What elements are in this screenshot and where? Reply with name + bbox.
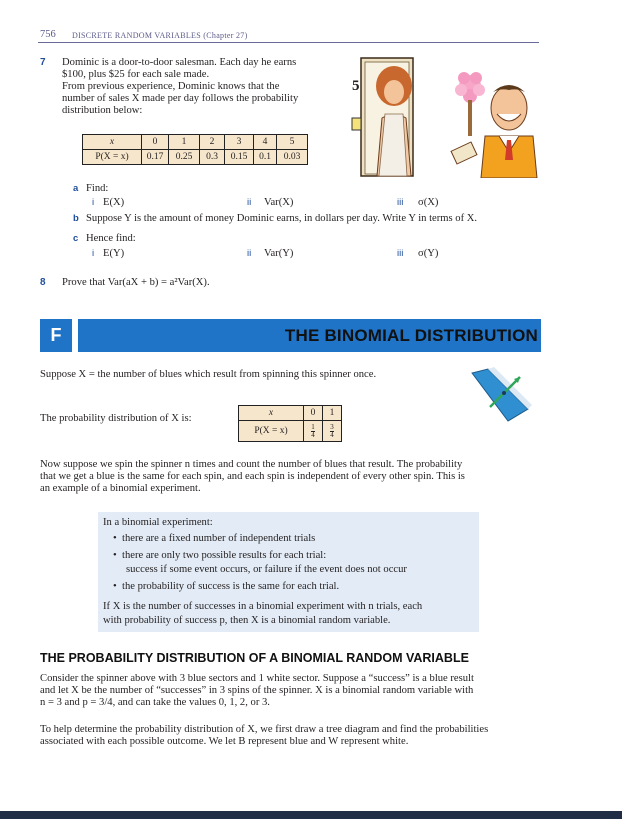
q7-part-b-text: Suppose Y is the amount of money Dominic… bbox=[86, 213, 478, 224]
q7-a-iii-label: iii bbox=[397, 197, 404, 208]
q7-a-i-text: E(X) bbox=[103, 197, 125, 208]
table-cell: 34 bbox=[322, 420, 342, 442]
table-cell: 3 bbox=[224, 134, 254, 150]
bullet-2: • there are only two possible results fo… bbox=[113, 550, 327, 561]
table-header-p: P(X = x) bbox=[82, 149, 142, 165]
fraction: 34 bbox=[330, 422, 334, 439]
subsection-paragraph-1: Consider the spinner above with 3 blue s… bbox=[40, 673, 542, 709]
definition-closing-1: If X is the number of successes in a bin… bbox=[103, 601, 423, 612]
q7-a-ii-label: ii bbox=[247, 197, 252, 208]
q7-a-iii-text: σ(X) bbox=[418, 197, 439, 208]
table-cell: 0.15 bbox=[224, 149, 254, 165]
q7-a-i-label: i bbox=[92, 197, 95, 208]
intro-distribution-label: The probability distribution of X is: bbox=[40, 413, 192, 424]
table-cell: 0 bbox=[141, 134, 169, 150]
question-8-text: Prove that Var(aX + b) = a²Var(X). bbox=[62, 277, 210, 288]
q7-a-ii-text: Var(X) bbox=[264, 197, 294, 208]
intro-suppose: Suppose X = the number of blues which re… bbox=[40, 369, 377, 380]
bullet-1: • there are a fixed number of independen… bbox=[113, 533, 316, 544]
table-cell: 2 bbox=[199, 134, 225, 150]
spinner-probability-table: x 0 1 P(X = x) 14 34 bbox=[238, 405, 342, 442]
question-7-number: 7 bbox=[40, 57, 46, 68]
q7-c-i-text: E(Y) bbox=[103, 248, 125, 259]
q7-c-i-label: i bbox=[92, 248, 95, 259]
q7-c-ii-label: ii bbox=[247, 248, 252, 259]
q7-line: number of sales X made per day follows t… bbox=[62, 93, 299, 104]
table-cell: 4 bbox=[253, 134, 277, 150]
paragraph-line: an example of a binomial experiment. bbox=[40, 483, 201, 494]
q7-line: From previous experience, Dominic knows … bbox=[62, 81, 280, 92]
bottom-bar bbox=[0, 811, 622, 819]
paragraph-line: associated with each possible outcome. W… bbox=[40, 736, 409, 747]
running-title: DISCRETE RANDOM VARIABLES (Chapter 27) bbox=[72, 31, 248, 40]
q7-line: Dominic is a door-to-door salesman. Each… bbox=[62, 57, 297, 68]
bullet-2-continuation: success if some event occurs, or failure… bbox=[126, 564, 407, 575]
table-header-x: x bbox=[238, 405, 304, 421]
definition-closing-2: with probability of success p, then X is… bbox=[103, 615, 391, 626]
q7-part-c-text: Hence find: bbox=[86, 233, 136, 244]
subsection-paragraph-2: To help determine the probability distri… bbox=[40, 724, 542, 748]
q7-line: distribution below: bbox=[62, 105, 143, 116]
fraction: 14 bbox=[311, 422, 315, 439]
question-7-text: Dominic is a door-to-door salesman. Each… bbox=[62, 57, 347, 117]
q7-part-b-label: b bbox=[73, 213, 79, 224]
sales-probability-table: x 0 1 2 3 4 5 P(X = x) 0.17 0.25 0.3 0.1… bbox=[82, 134, 308, 165]
bullet-3: • the probability of success is the same… bbox=[113, 581, 340, 592]
q7-part-c-label: c bbox=[73, 233, 79, 244]
paragraph-line: and let X be the number of “successes” i… bbox=[40, 685, 474, 696]
paragraph-line: Now suppose we spin the spinner n times … bbox=[40, 459, 463, 470]
question-8-number: 8 bbox=[40, 277, 46, 288]
salesman-illustration: 5 P bbox=[351, 57, 538, 178]
table-cell: 0.03 bbox=[276, 149, 308, 165]
q7-c-iii-text: σ(Y) bbox=[418, 248, 439, 259]
paragraph-line: n = 3 and p = 3/4, and can take the valu… bbox=[40, 697, 270, 708]
table-cell: 0.1 bbox=[253, 149, 277, 165]
header-rule bbox=[38, 42, 539, 43]
table-cell: 5 bbox=[276, 134, 308, 150]
q7-part-a-text: Find: bbox=[86, 183, 109, 194]
q7-c-ii-text: Var(Y) bbox=[264, 248, 294, 259]
q7-part-a-label: a bbox=[73, 183, 79, 194]
q7-c-iii-label: iii bbox=[397, 248, 404, 259]
table-cell: 0.3 bbox=[199, 149, 225, 165]
intro-paragraph: Now suppose we spin the spinner n times … bbox=[40, 459, 542, 495]
spinner-illustration bbox=[471, 367, 532, 422]
paragraph-line: that we get a blue is the same for each … bbox=[40, 471, 465, 482]
paragraph-line: Consider the spinner above with 3 blue s… bbox=[40, 673, 474, 684]
table-header-p: P(X = x) bbox=[238, 420, 304, 442]
table-cell: 1 bbox=[168, 134, 200, 150]
table-cell: 14 bbox=[303, 420, 323, 442]
paragraph-line: To help determine the probability distri… bbox=[40, 724, 489, 735]
table-header-x: x bbox=[82, 134, 142, 150]
section-title: THE BINOMIAL DISTRIBUTION bbox=[284, 326, 538, 345]
page-number: 756 bbox=[40, 29, 56, 40]
table-cell: 0.25 bbox=[168, 149, 200, 165]
q7-line: $100, plus $25 for each sale made. bbox=[62, 69, 210, 80]
subsection-title: THE PROBABILITY DISTRIBUTION OF A BINOMI… bbox=[40, 651, 469, 665]
table-cell: 0.17 bbox=[141, 149, 169, 165]
table-cell: 1 bbox=[322, 405, 342, 421]
section-letter: F bbox=[40, 319, 72, 352]
table-cell: 0 bbox=[303, 405, 323, 421]
door-number: 5 bbox=[352, 78, 360, 94]
definition-lead: In a binomial experiment: bbox=[103, 517, 213, 528]
